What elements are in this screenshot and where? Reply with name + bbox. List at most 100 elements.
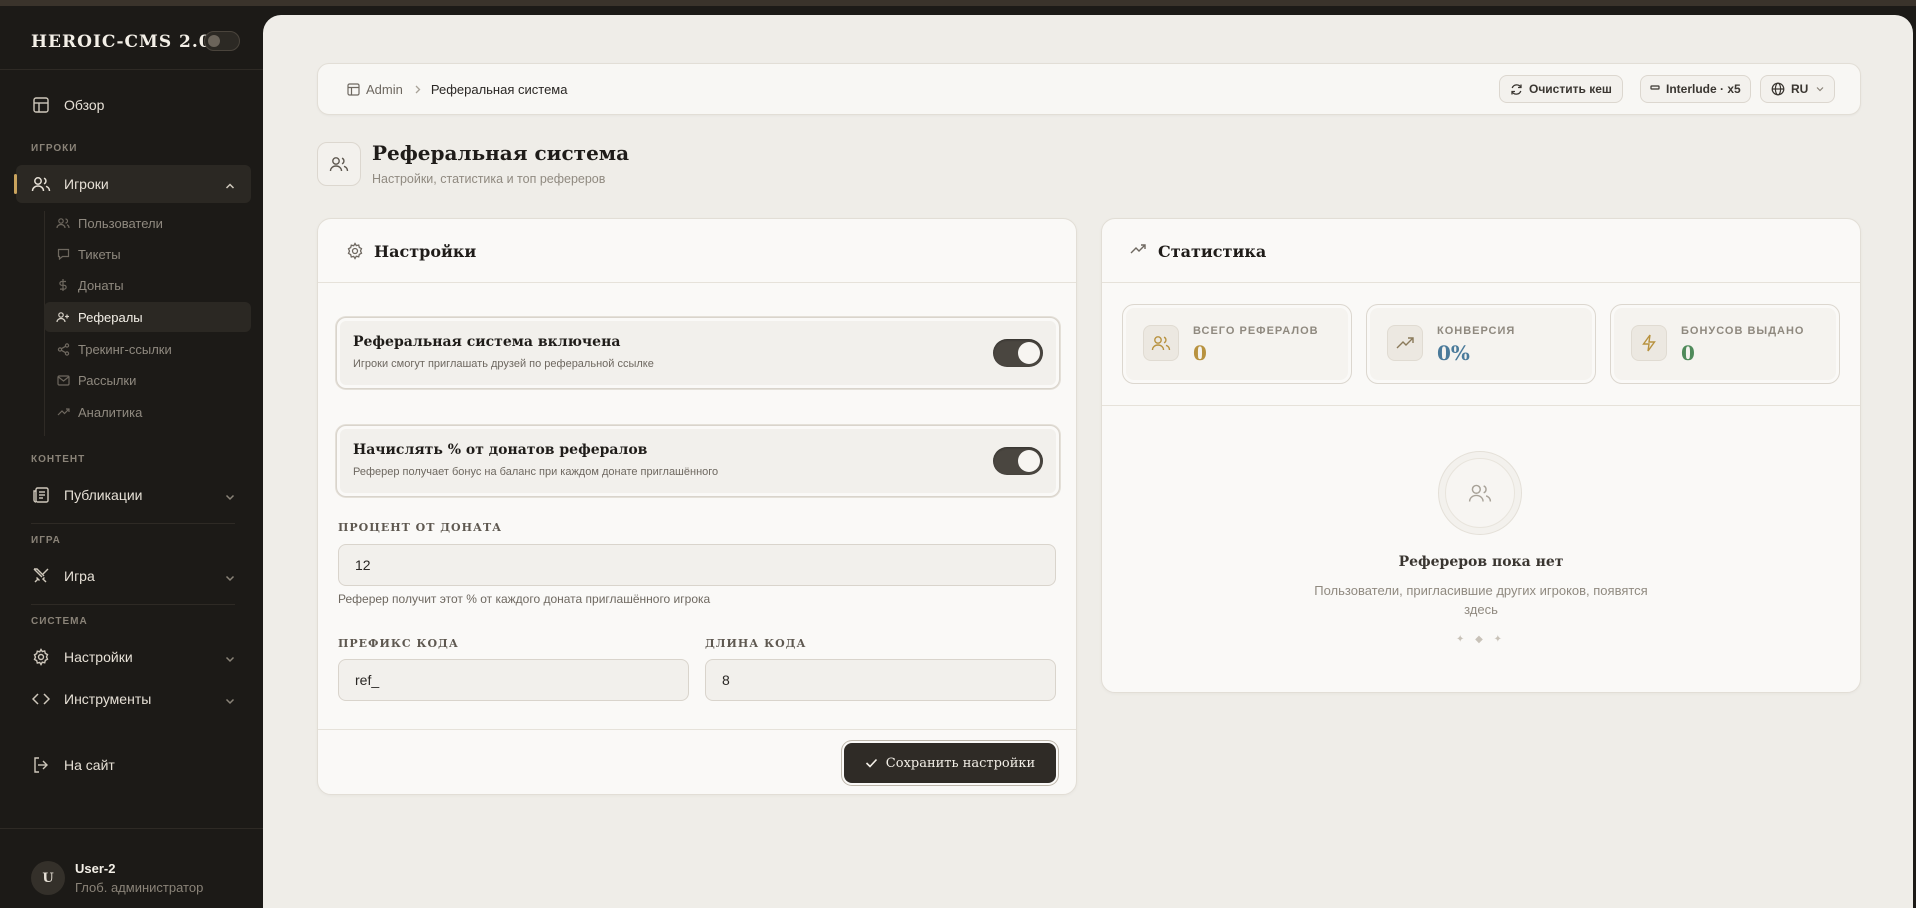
- setting-description: Реферер получает бонус на баланс при каж…: [353, 466, 719, 478]
- sidebar-subitem-mailings[interactable]: Рассылки: [44, 365, 251, 395]
- trending-up-icon: [1387, 325, 1423, 361]
- user-profile[interactable]: U User-2 Глоб. администратор: [0, 828, 263, 908]
- gear-icon: [30, 646, 52, 668]
- empty-state-title: Рефереров пока нет: [1398, 554, 1564, 570]
- avatar: U: [31, 861, 65, 895]
- share-icon: [56, 342, 70, 356]
- gear-icon: [346, 242, 364, 265]
- breadcrumb: Admin Реферальная система: [347, 82, 567, 97]
- server-icon: [1650, 85, 1660, 93]
- sidebar-subitem-label: Донаты: [78, 277, 124, 293]
- stat-label: ВСЕГО РЕФЕРАЛОВ: [1193, 325, 1319, 337]
- users-icon: [1445, 458, 1515, 528]
- decorative-dots: ✦ ◆ ✦: [1455, 634, 1506, 645]
- sidebar-item-label: Публикации: [64, 487, 143, 503]
- users-icon: [317, 142, 361, 186]
- server-label: Interlude · x5: [1666, 82, 1741, 96]
- stat-label: КОНВЕРСИЯ: [1437, 325, 1516, 337]
- sidebar: HEROIC-CMS 2.0 Обзор ИГРОКИ Игроки Польз…: [0, 6, 263, 908]
- toggle-knob: [1018, 342, 1040, 364]
- mail-icon: [56, 373, 70, 387]
- prefix-label: ПРЕФИКС КОДА: [338, 637, 459, 650]
- sidebar-subitem-label: Рассылки: [78, 372, 137, 388]
- page-subtitle: Настройки, статистика и топ рефереров: [372, 172, 606, 186]
- section-label-content: КОНТЕНТ: [31, 454, 86, 465]
- sidebar-item-players[interactable]: Игроки: [14, 165, 251, 203]
- sidebar-item-settings[interactable]: Настройки: [16, 638, 251, 676]
- sidebar-item-overview[interactable]: Обзор: [16, 86, 251, 124]
- message-icon: [56, 247, 70, 261]
- language-selector[interactable]: RU: [1760, 75, 1836, 103]
- clear-cache-button[interactable]: Очистить кеш: [1499, 75, 1623, 103]
- empty-state-description: Пользователи, пригласившие других игроко…: [1314, 583, 1648, 617]
- card-title: Статистика: [1158, 242, 1267, 261]
- chevron-down-icon: [225, 692, 235, 708]
- sidebar-subitem-users[interactable]: Пользователи: [44, 208, 251, 238]
- length-input[interactable]: 8: [705, 659, 1056, 701]
- trending-up-icon: [1130, 242, 1146, 260]
- sidebar-item-label: Инструменты: [64, 691, 152, 707]
- breadcrumb-root[interactable]: Admin: [366, 82, 403, 97]
- sidebar-item-to-site[interactable]: На сайт: [16, 746, 251, 784]
- stat-total-referrals: ВСЕГО РЕФЕРАЛОВ 0: [1122, 304, 1352, 384]
- sidebar-item-label: Настройки: [64, 649, 133, 665]
- main-content: Admin Реферальная система Очистить кеш I…: [263, 15, 1913, 908]
- settings-card: Настройки Реферальная система включена И…: [317, 218, 1077, 795]
- stat-value: 0: [1193, 341, 1207, 365]
- user-role: Глоб. администратор: [75, 880, 204, 895]
- card-header: Статистика: [1102, 219, 1860, 283]
- sidebar-subitem-analytics[interactable]: Аналитика: [44, 397, 251, 427]
- theme-toggle-knob: [208, 35, 220, 47]
- save-settings-button[interactable]: Сохранить настройки: [844, 743, 1056, 783]
- sidebar-subitem-label: Тикеты: [78, 246, 121, 262]
- trending-up-icon: [56, 405, 70, 419]
- sidebar-item-game[interactable]: Игра: [16, 557, 251, 595]
- sidebar-subitem-tracking-links[interactable]: Трекинг-ссылки: [44, 334, 251, 364]
- users-icon: [1143, 325, 1179, 361]
- clear-cache-label: Очистить кеш: [1529, 82, 1612, 96]
- layout-icon: [30, 94, 52, 116]
- server-selector[interactable]: Interlude · x5: [1640, 75, 1751, 103]
- window-top-edge: [0, 0, 1916, 6]
- stat-conversion: КОНВЕРСИЯ 0%: [1366, 304, 1596, 384]
- section-divider: [31, 523, 235, 524]
- sidebar-item-tools[interactable]: Инструменты: [16, 680, 251, 718]
- theme-toggle[interactable]: [204, 31, 240, 51]
- save-label: Сохранить настройки: [885, 755, 1036, 771]
- stat-bonuses-issued: БОНУСОВ ВЫДАНО 0: [1610, 304, 1840, 384]
- sidebar-subitem-donations[interactable]: Донаты: [44, 270, 251, 300]
- stat-value: 0%: [1437, 341, 1470, 365]
- donation-percent-toggle[interactable]: [993, 447, 1043, 475]
- sidebar-subitem-tickets[interactable]: Тикеты: [44, 239, 251, 269]
- sidebar-item-label: Обзор: [64, 97, 105, 113]
- sidebar-item-publications[interactable]: Публикации: [16, 476, 251, 514]
- stat-label: БОНУСОВ ВЫДАНО: [1681, 325, 1805, 337]
- sidebar-subitem-referrals[interactable]: Рефералы: [44, 302, 251, 332]
- donation-percent-setting: Начислять % от донатов рефералов Реферер…: [336, 425, 1060, 497]
- top-bar: Admin Реферальная система Очистить кеш I…: [317, 63, 1861, 115]
- section-label-game: ИГРА: [31, 535, 61, 546]
- chevron-down-icon: [225, 650, 235, 666]
- user-plus-icon: [56, 310, 70, 324]
- sidebar-subitem-label: Трекинг-ссылки: [78, 341, 172, 357]
- percent-input[interactable]: 12: [338, 544, 1056, 586]
- globe-icon: [1771, 82, 1785, 96]
- code-icon: [30, 688, 52, 710]
- layout-icon: [347, 83, 360, 96]
- check-icon: [865, 758, 878, 768]
- language-label: RU: [1791, 82, 1809, 96]
- sidebar-subitem-label: Аналитика: [78, 404, 143, 420]
- log-out-icon: [30, 754, 52, 776]
- empty-state-icon: [1438, 451, 1522, 535]
- chevron-down-icon: [225, 569, 235, 585]
- users-icon: [30, 173, 52, 195]
- swords-icon: [30, 565, 52, 587]
- setting-description: Игроки смогут приглашать друзей по рефер…: [353, 358, 654, 370]
- chevron-right-icon: [415, 82, 421, 97]
- card-header: Настройки: [318, 219, 1076, 283]
- prefix-input[interactable]: ref_: [338, 659, 689, 701]
- setting-title: Реферальная система включена: [353, 334, 621, 350]
- referral-enabled-toggle[interactable]: [993, 339, 1043, 367]
- card-footer-divider: [318, 729, 1076, 730]
- stats-divider: [1102, 405, 1860, 406]
